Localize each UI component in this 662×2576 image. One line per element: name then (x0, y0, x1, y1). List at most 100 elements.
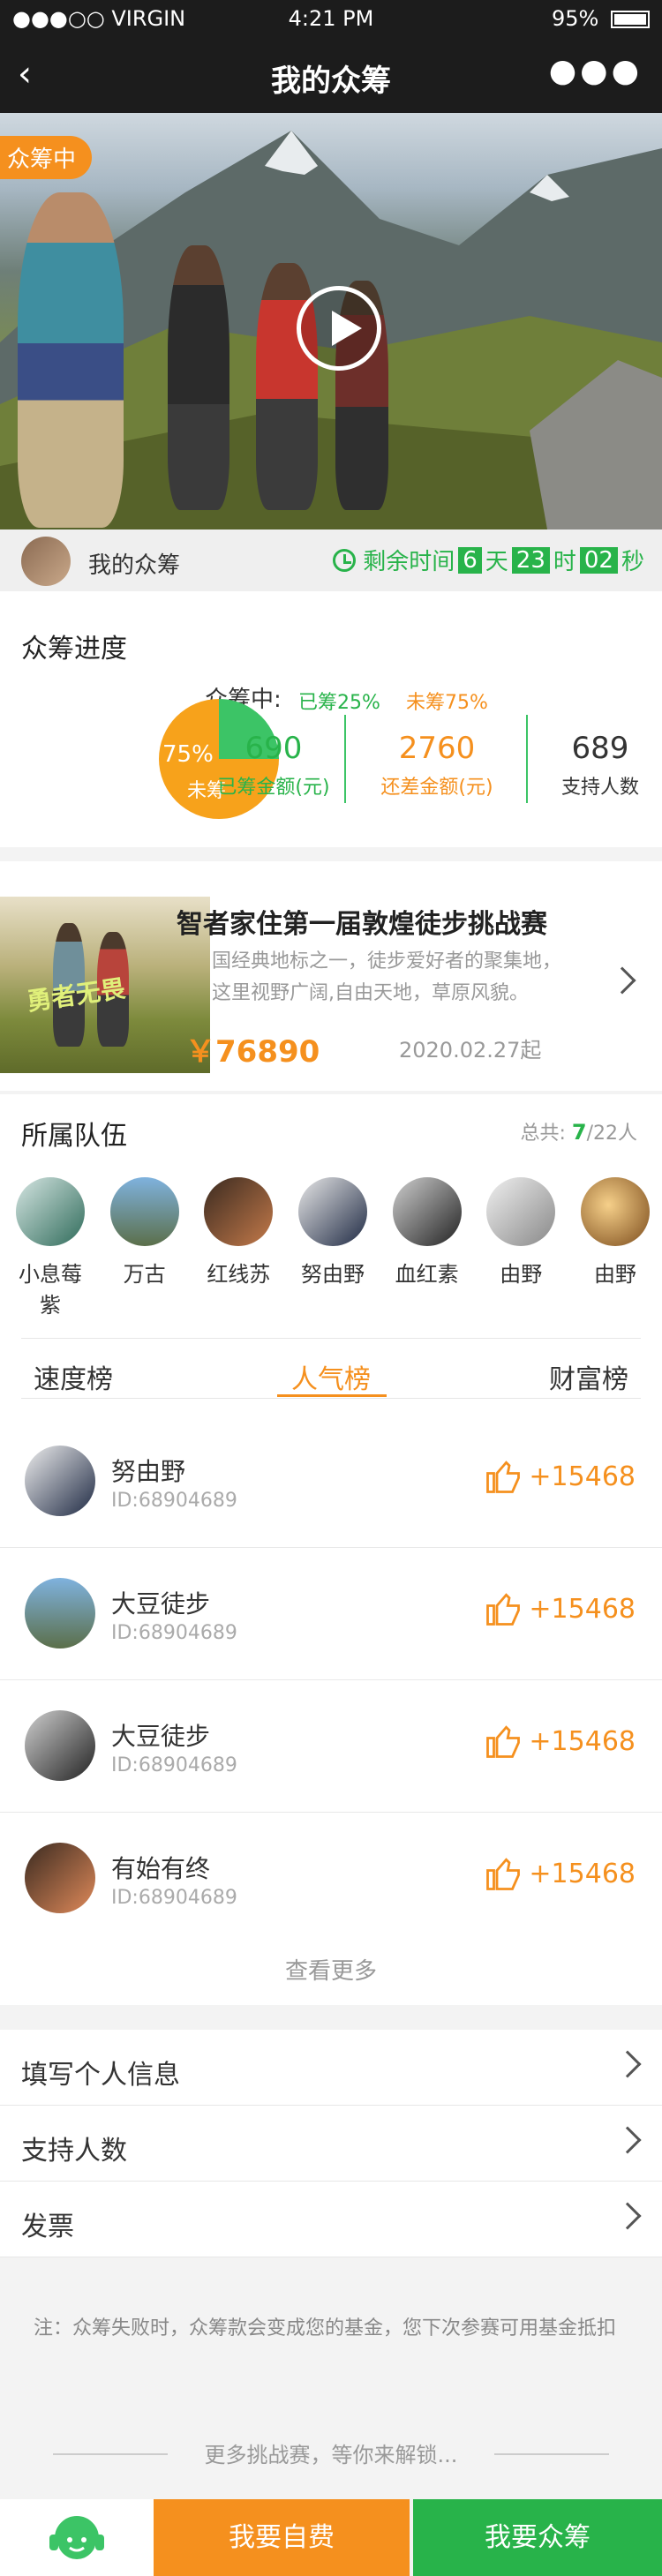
menu-item-supporters[interactable]: 支持人数 (0, 2106, 662, 2182)
more-dots-icon[interactable]: ●●● (549, 53, 643, 89)
stat-value: 690 (244, 731, 303, 766)
stat-raised: 690 已筹金额(元) (203, 731, 344, 800)
rank-name: 有始有终 (111, 1854, 211, 1883)
tab-indicator (277, 1394, 387, 1397)
divider (526, 715, 528, 803)
avatar (16, 1177, 85, 1246)
progress-section: 众筹进度 众筹中: 已筹25% 未筹75% (0, 591, 662, 847)
member-item[interactable]: 小息莓紫 (11, 1177, 90, 1318)
divider (344, 715, 346, 803)
thumbs-up-icon (486, 1593, 521, 1626)
table-row[interactable]: 大豆徒步 ID:68904689 +15468 (0, 1680, 662, 1813)
chevron-right-icon (613, 2126, 642, 2154)
total-current: 7 (571, 1120, 587, 1145)
my-crowdfund-label: 我的众筹 (88, 552, 181, 579)
tab-speed[interactable]: 速度榜 (34, 1357, 113, 1396)
like-value: +15468 (529, 1461, 636, 1492)
thumbs-up-icon (486, 1725, 521, 1758)
member-item[interactable]: 由野 (575, 1177, 655, 1318)
like-count[interactable]: +15468 (485, 1723, 636, 1760)
crowdfund-button[interactable]: 我要众筹 (413, 2499, 662, 2576)
avatar (204, 1177, 274, 1246)
member-name: 红线苏 (207, 1262, 271, 1287)
stat-value: 2760 (398, 731, 476, 766)
stat-supporters: 689 支持人数 (538, 731, 662, 800)
countdown: 剩余时间 6 天 23 时 02 秒 (333, 544, 644, 576)
countdown-minutes: 02 (579, 546, 618, 574)
member-item[interactable]: 血红素 (387, 1177, 467, 1318)
event-date: 2020.02.27起 (399, 1038, 542, 1063)
avatar (297, 1177, 367, 1246)
member-item[interactable]: 努由野 (293, 1177, 372, 1318)
tab-popularity[interactable]: 人气榜 (291, 1357, 371, 1396)
like-value: +15468 (529, 1593, 636, 1625)
status-bar: ●●●○○ VIRGIN 4:21 PM 95% (0, 0, 662, 37)
service-area[interactable] (0, 2499, 154, 2576)
member-name: 万古 (123, 1262, 166, 1287)
rank-id: ID:68904689 (111, 1754, 237, 1776)
avatar (392, 1177, 462, 1246)
avatar (25, 1843, 95, 1913)
hours-unit: 时 (553, 549, 576, 575)
rank-tabs: 速度榜 人气榜 财富榜 (0, 1341, 662, 1398)
rank-id: ID:68904689 (111, 1887, 237, 1909)
self-pay-button[interactable]: 我要自费 (154, 2499, 410, 2576)
play-icon[interactable] (297, 286, 381, 371)
event-price: ￥76890 (185, 1034, 320, 1070)
status-badge: 众筹中 (0, 136, 93, 179)
stat-key: 已筹金额(元) (217, 777, 330, 799)
member-name: 由野 (500, 1262, 543, 1287)
menu-item-invoice[interactable]: 发票 (0, 2182, 662, 2257)
divider (494, 2453, 609, 2455)
battery-text: 95% (552, 6, 599, 31)
avatar (580, 1177, 650, 1246)
table-row[interactable]: 大豆徒步 ID:68904689 +15468 (0, 1548, 662, 1680)
countdown-days: 6 (458, 546, 482, 574)
member-name: 由野 (593, 1262, 636, 1287)
tab-wealth[interactable]: 财富榜 (549, 1357, 628, 1396)
like-count[interactable]: +15468 (485, 1855, 636, 1892)
hiker-figure (168, 245, 229, 510)
hero-video[interactable]: 众筹中 (0, 113, 662, 529)
table-row[interactable]: 有始有终 ID:68904689 +15468 (0, 1813, 662, 1945)
event-desc: 国经典地标之一，徒步爱好者的聚集地，这里视野广阔,自由天地，草原风貌。 (212, 950, 562, 1004)
menu-item-personal-info[interactable]: 填写个人信息 (0, 2030, 662, 2106)
avatar (25, 1710, 95, 1781)
member-name: 小息莓紫 (19, 1262, 82, 1318)
battery-level: 95% (552, 6, 650, 31)
rank-name: 大豆徒步 (111, 1589, 211, 1618)
menu-label: 填写个人信息 (21, 2060, 180, 2091)
like-value: +15468 (529, 1725, 636, 1757)
like-count[interactable]: +15468 (485, 1458, 636, 1495)
clock-icon (333, 548, 357, 572)
total-label: 总共: (520, 1123, 566, 1145)
menu-label: 发票 (21, 2212, 74, 2242)
member-list: 小息莓紫 万古 红线苏 努由野 血红素 由野 由野 (11, 1177, 655, 1318)
chevron-right-icon (613, 2050, 642, 2078)
hiker-figure (18, 192, 124, 528)
minutes-unit: 秒 (621, 549, 644, 575)
days-unit: 天 (485, 549, 508, 575)
raised-pct-label: 已筹25% (298, 692, 380, 714)
customer-service-icon (49, 2516, 104, 2559)
team-title: 所属队伍 (21, 1121, 127, 1152)
member-name: 血红素 (395, 1262, 459, 1287)
avatar (21, 537, 71, 586)
like-count[interactable]: +15468 (485, 1590, 636, 1627)
stat-key: 支持人数 (560, 777, 639, 799)
table-row[interactable]: 努由野 ID:68904689 +15468 (0, 1416, 662, 1548)
member-item[interactable]: 红线苏 (199, 1177, 278, 1318)
thumbs-up-icon (486, 1461, 521, 1493)
member-item[interactable]: 万古 (105, 1177, 184, 1318)
countdown-hours: 23 (511, 546, 550, 574)
countdown-row: 我的众筹 剩余时间 6 天 23 时 02 秒 (0, 529, 662, 591)
see-more-button[interactable]: 查看更多 (0, 1945, 662, 2005)
total-max: /22人 (586, 1123, 637, 1145)
like-value: +15468 (529, 1858, 636, 1889)
member-item[interactable]: 由野 (481, 1177, 560, 1318)
rank-name: 努由野 (111, 1457, 186, 1486)
battery-icon (611, 11, 650, 28)
rank-id: ID:68904689 (111, 1622, 237, 1644)
remaining-pct-label: 未筹75% (406, 692, 488, 714)
thumbs-up-icon (486, 1858, 521, 1890)
